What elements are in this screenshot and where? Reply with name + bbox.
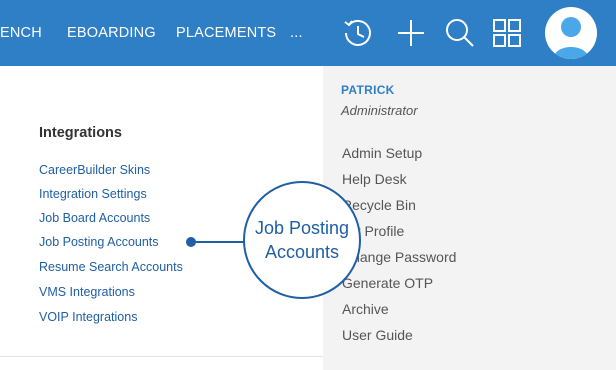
menu-item-user-guide[interactable]: User Guide — [342, 327, 413, 343]
avatar[interactable] — [545, 7, 597, 59]
section-divider — [0, 356, 323, 357]
voip-integrations-link[interactable]: VOIP Integrations — [39, 310, 137, 324]
callout-bubble: Job Posting Accounts — [243, 181, 361, 299]
user-role: Administrator — [341, 103, 418, 118]
menu-item-admin-setup[interactable]: Admin Setup — [342, 145, 422, 161]
history-icon[interactable] — [340, 16, 376, 50]
vms-integrations-link[interactable]: VMS Integrations — [39, 285, 135, 299]
top-nav-bar: ENCH EBOARDING PLACEMENTS ... — [0, 0, 616, 66]
menu-item-help-desk[interactable]: Help Desk — [342, 171, 407, 187]
integration-settings-link[interactable]: Integration Settings — [39, 187, 147, 201]
nav-more[interactable]: ... — [290, 23, 303, 43]
menu-item-archive[interactable]: Archive — [342, 301, 389, 317]
search-icon[interactable] — [443, 16, 477, 50]
callout-pointer-dot — [186, 237, 196, 247]
careerbuilder-skins-link[interactable]: CareerBuilder Skins — [39, 163, 150, 177]
resume-search-accounts-link[interactable]: Resume Search Accounts — [39, 260, 183, 274]
job-board-accounts-link[interactable]: Job Board Accounts — [39, 211, 150, 225]
grid-icon[interactable] — [490, 16, 524, 50]
nav-link-bench[interactable]: ENCH — [0, 23, 42, 43]
user-name: PATRICK — [341, 83, 395, 97]
user-menu-panel: PATRICK Administrator Admin Setup Help D… — [323, 66, 616, 370]
job-posting-accounts-link[interactable]: Job Posting Accounts — [39, 235, 159, 249]
callout-label: Job Posting Accounts — [254, 218, 350, 262]
nav-link-placements[interactable]: PLACEMENTS — [176, 23, 276, 43]
plus-icon[interactable] — [394, 16, 428, 50]
nav-link-eboarding[interactable]: EBOARDING — [67, 23, 156, 43]
integrations-heading: Integrations — [39, 125, 122, 141]
menu-item-generate-otp[interactable]: Generate OTP — [342, 275, 433, 291]
avatar-icon — [553, 17, 589, 59]
callout-connector-line — [191, 241, 247, 243]
